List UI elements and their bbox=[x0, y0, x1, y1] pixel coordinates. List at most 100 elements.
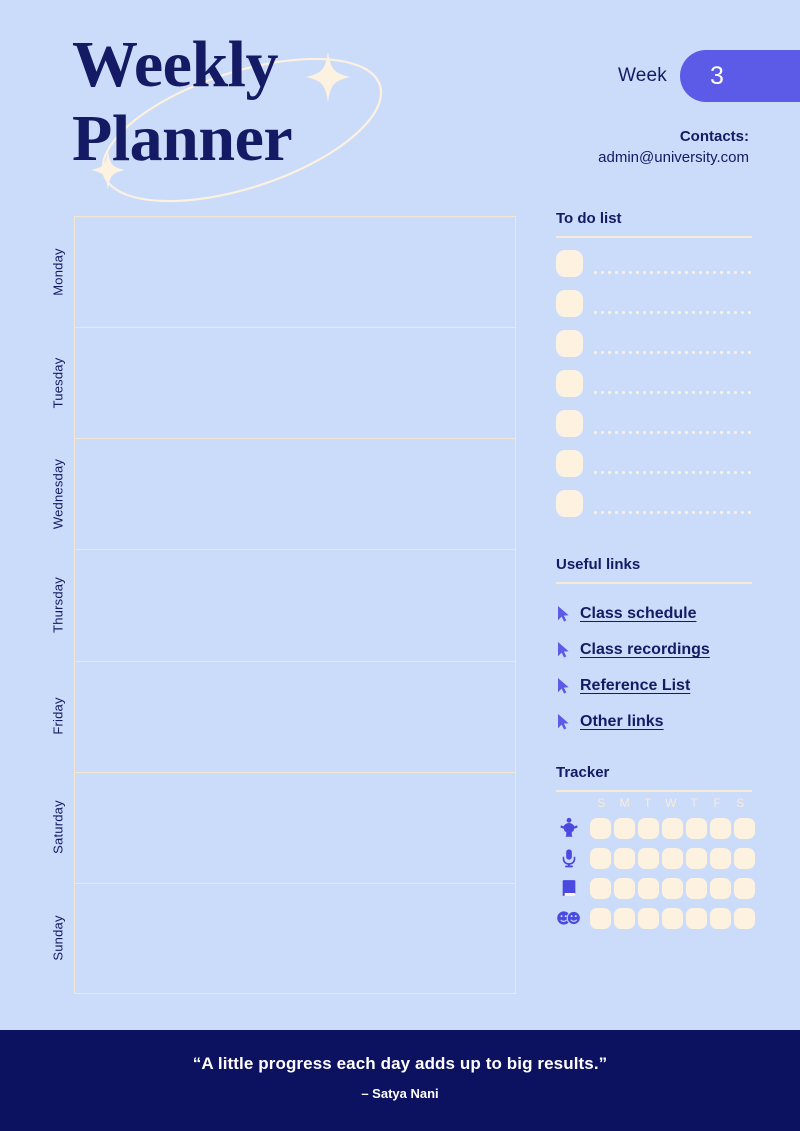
day-row-sunday: Sunday bbox=[42, 882, 516, 994]
todo-write-line[interactable] bbox=[592, 431, 752, 434]
tracker-day-initial: F bbox=[713, 796, 722, 810]
tracker-cell[interactable] bbox=[734, 877, 755, 899]
title-block: Weekly Planner bbox=[72, 28, 412, 203]
tracker-cell[interactable] bbox=[638, 907, 659, 929]
todo-checkbox[interactable] bbox=[556, 410, 583, 437]
tracker-cells bbox=[590, 817, 758, 839]
tracker-cell[interactable] bbox=[590, 877, 611, 899]
tracker-cell[interactable] bbox=[590, 907, 611, 929]
cursor-arrow-icon bbox=[558, 642, 569, 658]
exercise-person-icon bbox=[556, 815, 582, 841]
tracker-row-microphone bbox=[556, 843, 755, 873]
tracker-cell[interactable] bbox=[686, 817, 707, 839]
todo-checkbox[interactable] bbox=[556, 250, 583, 277]
todo-checkbox[interactable] bbox=[556, 330, 583, 357]
todo-item[interactable] bbox=[556, 250, 752, 290]
week-indicator: Week 3 bbox=[618, 50, 800, 102]
day-row-tuesday: Tuesday bbox=[42, 327, 516, 439]
tracker-cells bbox=[590, 877, 758, 899]
day-notes-box[interactable] bbox=[74, 882, 516, 994]
tracker-cell[interactable] bbox=[614, 877, 635, 899]
todo-write-line[interactable] bbox=[592, 391, 752, 394]
tracker-cell[interactable] bbox=[686, 847, 707, 869]
tracker-cell[interactable] bbox=[590, 817, 611, 839]
tracker-row-book bbox=[556, 873, 755, 903]
day-notes-box[interactable] bbox=[74, 660, 516, 772]
tracker-day-initial: T bbox=[690, 796, 698, 810]
link-item-class-schedule[interactable]: Class schedule bbox=[556, 596, 752, 632]
tracker-day-header: S M T W T F S bbox=[590, 796, 752, 810]
todo-item[interactable] bbox=[556, 490, 752, 530]
tracker-cell[interactable] bbox=[662, 907, 683, 929]
day-notes-box[interactable] bbox=[74, 438, 516, 550]
day-row-saturday: Saturday bbox=[42, 771, 516, 883]
tracker-cell[interactable] bbox=[638, 847, 659, 869]
page-header: Weekly Planner Week 3 Contacts: admin@un… bbox=[0, 0, 800, 203]
todo-item[interactable] bbox=[556, 370, 752, 410]
tracker-cell[interactable] bbox=[614, 847, 635, 869]
week-number: 3 bbox=[710, 61, 724, 90]
todo-write-line[interactable] bbox=[592, 351, 752, 354]
todo-item[interactable] bbox=[556, 410, 752, 450]
todo-checkbox[interactable] bbox=[556, 370, 583, 397]
day-label-cell: Tuesday bbox=[42, 327, 74, 438]
day-label: Sunday bbox=[50, 915, 66, 961]
week-number-pill[interactable]: 3 bbox=[680, 50, 800, 102]
cursor-arrow-icon bbox=[558, 714, 569, 730]
week-label: Week bbox=[617, 65, 667, 86]
todo-item[interactable] bbox=[556, 450, 752, 490]
day-label: Tuesday bbox=[50, 357, 66, 409]
tracker-divider bbox=[556, 790, 752, 792]
link-item-other-links[interactable]: Other links bbox=[556, 704, 752, 740]
tracker-cell[interactable] bbox=[734, 907, 755, 929]
tracker-cell[interactable] bbox=[662, 877, 683, 899]
tracker-cell[interactable] bbox=[614, 907, 635, 929]
todo-item[interactable] bbox=[556, 290, 752, 330]
tracker-cell[interactable] bbox=[686, 907, 707, 929]
day-notes-box[interactable] bbox=[74, 549, 516, 661]
day-notes-box[interactable] bbox=[74, 771, 516, 883]
todo-checkbox[interactable] bbox=[556, 490, 583, 517]
tracker-cell[interactable] bbox=[686, 877, 707, 899]
todo-item[interactable] bbox=[556, 330, 752, 370]
day-notes-box[interactable] bbox=[74, 216, 516, 328]
tracker-cell[interactable] bbox=[734, 847, 755, 869]
tracker-cell[interactable] bbox=[614, 817, 635, 839]
todo-write-line[interactable] bbox=[592, 271, 752, 274]
tracker-cell[interactable] bbox=[662, 817, 683, 839]
tracker-cell[interactable] bbox=[710, 817, 731, 839]
tracker-cell[interactable] bbox=[590, 847, 611, 869]
tracker-cell[interactable] bbox=[638, 877, 659, 899]
todo-heading: To do list bbox=[556, 210, 622, 227]
tracker-cell[interactable] bbox=[734, 817, 755, 839]
link-item-reference-list[interactable]: Reference List bbox=[556, 668, 752, 704]
tracker-cell[interactable] bbox=[710, 907, 731, 929]
links-heading: Useful links bbox=[556, 556, 641, 573]
tracker-cell[interactable] bbox=[662, 847, 683, 869]
tracker-cells bbox=[590, 847, 758, 869]
tracker-cell[interactable] bbox=[638, 817, 659, 839]
link-item-class-recordings[interactable]: Class recordings bbox=[556, 632, 752, 668]
smiley-faces-icon bbox=[556, 905, 582, 931]
footer-author: – Satya Nani bbox=[361, 1086, 439, 1101]
todo-write-line[interactable] bbox=[592, 311, 752, 314]
day-label: Wednesday bbox=[50, 458, 66, 529]
tracker-cell[interactable] bbox=[710, 847, 731, 869]
todo-checkbox[interactable] bbox=[556, 450, 583, 477]
tracker-cell[interactable] bbox=[710, 877, 731, 899]
tracker-row-exercise bbox=[556, 813, 755, 843]
todo-write-line[interactable] bbox=[592, 471, 752, 474]
cursor-arrow-icon bbox=[558, 678, 569, 694]
microphone-icon bbox=[556, 845, 582, 871]
tracker-cells bbox=[590, 907, 758, 929]
todo-checkbox[interactable] bbox=[556, 290, 583, 317]
day-row-wednesday: Wednesday bbox=[42, 438, 516, 550]
useful-links-list: Class schedule Class recordings Referenc… bbox=[556, 596, 752, 740]
day-row-thursday: Thursday bbox=[42, 549, 516, 661]
todo-write-line[interactable] bbox=[592, 511, 752, 514]
day-label: Friday bbox=[50, 697, 66, 735]
day-notes-box[interactable] bbox=[74, 327, 516, 439]
day-row-monday: Monday bbox=[42, 216, 516, 328]
contacts-email[interactable]: admin@university.com bbox=[598, 147, 749, 168]
todo-divider bbox=[556, 236, 752, 238]
